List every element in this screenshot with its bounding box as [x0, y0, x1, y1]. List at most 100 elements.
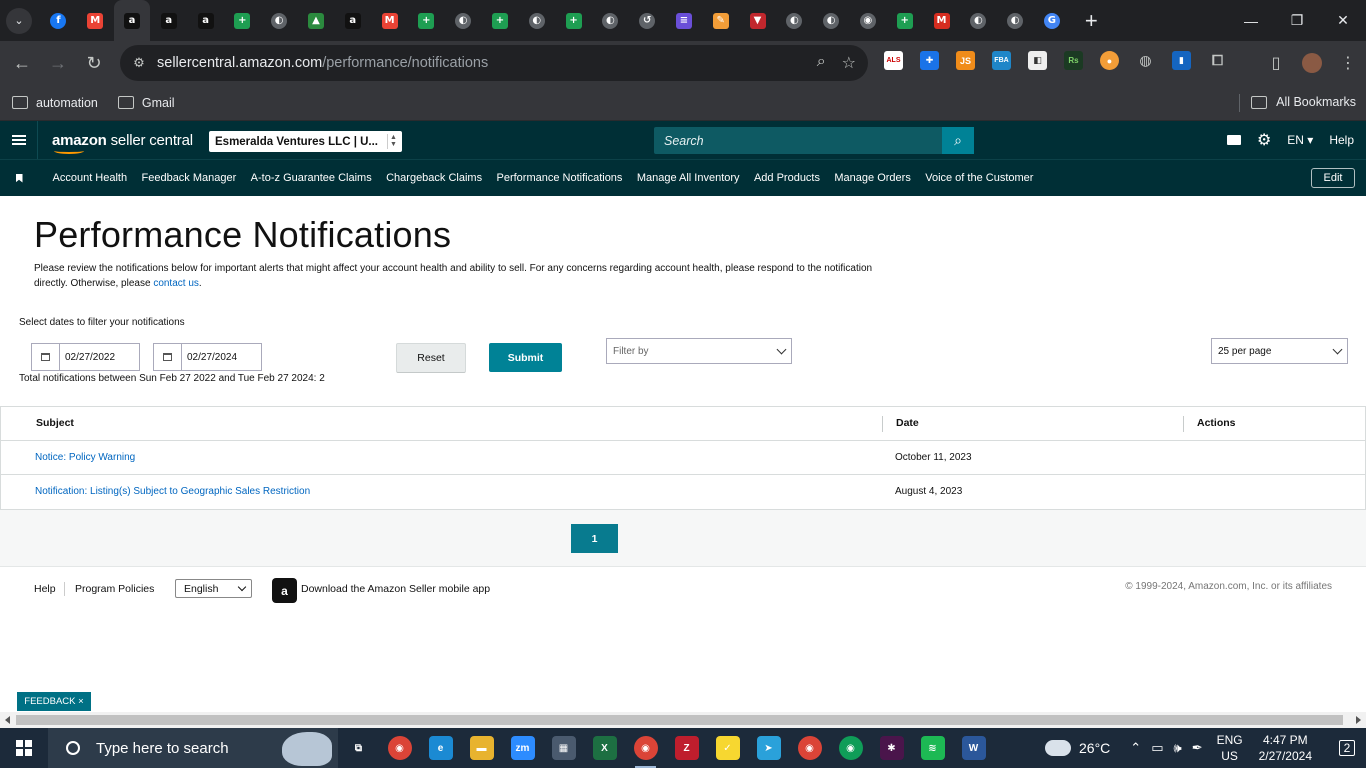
telegram-icon[interactable]: ➤ — [748, 728, 789, 768]
bookmark-folder-gmail[interactable]: Gmail — [117, 96, 175, 110]
pen-workspace-icon[interactable]: ✒ — [1192, 740, 1203, 756]
bookmark-folder-automation[interactable]: automation — [12, 96, 98, 110]
browser-tab[interactable]: ≡ — [666, 0, 703, 41]
taskbar-search-box[interactable]: Type here to search — [48, 728, 338, 768]
account-switcher[interactable]: Esmeralda Ventures LLC | U... ▲ ▼ — [209, 131, 402, 152]
chrome-profile-icon[interactable]: ◉ — [379, 728, 420, 768]
footer-app-download-link[interactable]: Download the Amazon Seller mobile app — [301, 583, 490, 595]
browser-tab[interactable]: M — [923, 0, 960, 41]
submit-button[interactable]: Submit — [489, 343, 562, 372]
column-date[interactable]: Date — [896, 417, 919, 429]
forward-arrow-icon[interactable]: → — [40, 45, 76, 81]
browser-tab[interactable]: ◐ — [518, 0, 555, 41]
browser-tab[interactable]: ◐ — [776, 0, 813, 41]
footer-help-link[interactable]: Help — [34, 583, 56, 595]
hamburger-menu-icon[interactable] — [0, 121, 38, 159]
mail-icon[interactable] — [1226, 135, 1241, 145]
edge-icon[interactable]: e — [420, 728, 461, 768]
browser-tab[interactable]: + — [408, 0, 445, 41]
new-tab-button[interactable]: + — [1076, 6, 1106, 36]
seller-central-logo[interactable]: amazon seller central — [52, 132, 193, 154]
horizontal-scrollbar[interactable] — [0, 712, 1366, 728]
input-language[interactable]: ENG US — [1217, 732, 1243, 764]
browser-tab[interactable]: a — [113, 0, 151, 41]
browser-tab[interactable]: ◐ — [960, 0, 997, 41]
browser-tab[interactable]: a — [150, 0, 187, 41]
extension-5-icon[interactable]: ◧ — [1028, 51, 1047, 70]
browser-tab[interactable]: ◐ — [997, 0, 1034, 41]
tab-search-chevron-icon[interactable]: ⌄ — [6, 7, 32, 34]
feedback-button[interactable]: FEEDBACK × — [17, 692, 91, 711]
search-icon[interactable]: ⌕ — [942, 127, 974, 154]
task-view-icon[interactable]: ⧉ — [338, 728, 379, 768]
column-subject[interactable]: Subject — [36, 417, 74, 429]
notification-subject-link[interactable]: Notice: Policy Warning — [35, 452, 135, 463]
gear-icon[interactable]: ⚙ — [1257, 130, 1271, 150]
browser-tab[interactable]: ↺ — [629, 0, 666, 41]
seller-search-box[interactable]: Search ⌕ — [654, 127, 974, 154]
profile-avatar[interactable] — [1294, 53, 1330, 73]
rs-extension-icon[interactable]: Rs — [1064, 51, 1083, 70]
browser-tab[interactable]: ◐ — [813, 0, 850, 41]
bookmark-star-icon[interactable]: ☆ — [842, 53, 856, 73]
tray-chevron-up-icon[interactable]: ⌃ — [1130, 740, 1141, 756]
notification-center-icon[interactable]: 2 — [1328, 740, 1366, 756]
extension-1-icon[interactable]: ALS — [884, 51, 903, 70]
browser-tab[interactable]: + — [886, 0, 923, 41]
extensions-puzzle-icon[interactable]: ⧠ — [1208, 51, 1227, 70]
scroll-right-arrow-icon[interactable] — [1356, 716, 1361, 724]
browser-tab[interactable]: f — [40, 0, 77, 41]
zoom-icon[interactable]: ⌕ — [817, 53, 826, 73]
kebab-menu-icon[interactable]: ⋮ — [1330, 53, 1366, 73]
browser-tab[interactable]: + — [482, 0, 519, 41]
reload-icon[interactable]: ↻ — [76, 45, 112, 81]
filter-by-select[interactable]: Filter by — [606, 338, 792, 364]
browser-tab[interactable]: M — [371, 0, 408, 41]
scroll-left-arrow-icon[interactable] — [5, 716, 10, 724]
taskbar-clock[interactable]: 4:47 PM 2/27/2024 — [1259, 732, 1312, 764]
nav-manage-inventory[interactable]: Manage All Inventory — [637, 172, 740, 184]
browser-tab[interactable]: ▼ — [739, 0, 776, 41]
nav-account-health[interactable]: Account Health — [53, 172, 128, 184]
extension-7-icon[interactable]: ● — [1100, 51, 1119, 70]
per-page-select[interactable]: 25 per page — [1211, 338, 1348, 364]
windows-start-icon[interactable] — [0, 728, 48, 768]
reset-button[interactable]: Reset — [396, 343, 466, 373]
browser-tab[interactable]: + — [224, 0, 261, 41]
date-to-field[interactable]: 02/27/2024 — [153, 343, 262, 371]
site-info-icon[interactable]: ⚙ — [128, 52, 150, 74]
js-extension-icon[interactable]: JS — [956, 51, 975, 70]
nav-a-to-z-claims[interactable]: A-to-z Guarantee Claims — [251, 172, 372, 184]
url-text[interactable]: sellercentral.amazon.com/performance/not… — [157, 55, 488, 71]
browser-tab[interactable]: M — [77, 0, 114, 41]
browser-tab[interactable]: ◐ — [445, 0, 482, 41]
calendar-icon[interactable] — [32, 344, 60, 370]
edit-nav-button[interactable]: Edit — [1311, 168, 1355, 188]
word-icon[interactable]: W — [953, 728, 994, 768]
spotify-icon[interactable]: ≋ — [912, 728, 953, 768]
scrollbar-thumb[interactable] — [16, 715, 1343, 725]
battery-icon[interactable]: ▭ — [1151, 740, 1163, 756]
side-panel-icon[interactable]: ▯ — [1258, 53, 1294, 73]
sticky-notes-icon[interactable]: ✓ — [707, 728, 748, 768]
notification-subject-link[interactable]: Notification: Listing(s) Subject to Geog… — [35, 486, 310, 497]
footer-language-select[interactable]: English — [175, 579, 252, 598]
chrome-icon[interactable]: ◉ — [789, 728, 830, 768]
calculator-icon[interactable]: ▦ — [543, 728, 584, 768]
browser-tab[interactable]: a — [334, 0, 371, 41]
chrome-icon[interactable]: ◉ — [830, 728, 871, 768]
browser-tab[interactable]: ▲ — [298, 0, 335, 41]
browser-tab[interactable]: + — [555, 0, 592, 41]
address-bar[interactable]: ⚙ sellercentral.amazon.com/performance/n… — [120, 45, 868, 81]
slack-icon[interactable]: ✱ — [871, 728, 912, 768]
help-link[interactable]: Help — [1329, 133, 1354, 147]
browser-tab[interactable]: ◉ — [850, 0, 887, 41]
nav-chargeback-claims[interactable]: Chargeback Claims — [386, 172, 482, 184]
nav-add-products[interactable]: Add Products — [754, 172, 820, 184]
restore-icon[interactable]: ❐ — [1274, 0, 1320, 41]
browser-tab[interactable]: a — [187, 0, 224, 41]
weather-widget[interactable]: 26°C — [1045, 740, 1110, 756]
excel-icon[interactable]: X — [584, 728, 625, 768]
page-1-button[interactable]: 1 — [571, 524, 618, 553]
file-explorer-icon[interactable]: ▬ — [461, 728, 502, 768]
